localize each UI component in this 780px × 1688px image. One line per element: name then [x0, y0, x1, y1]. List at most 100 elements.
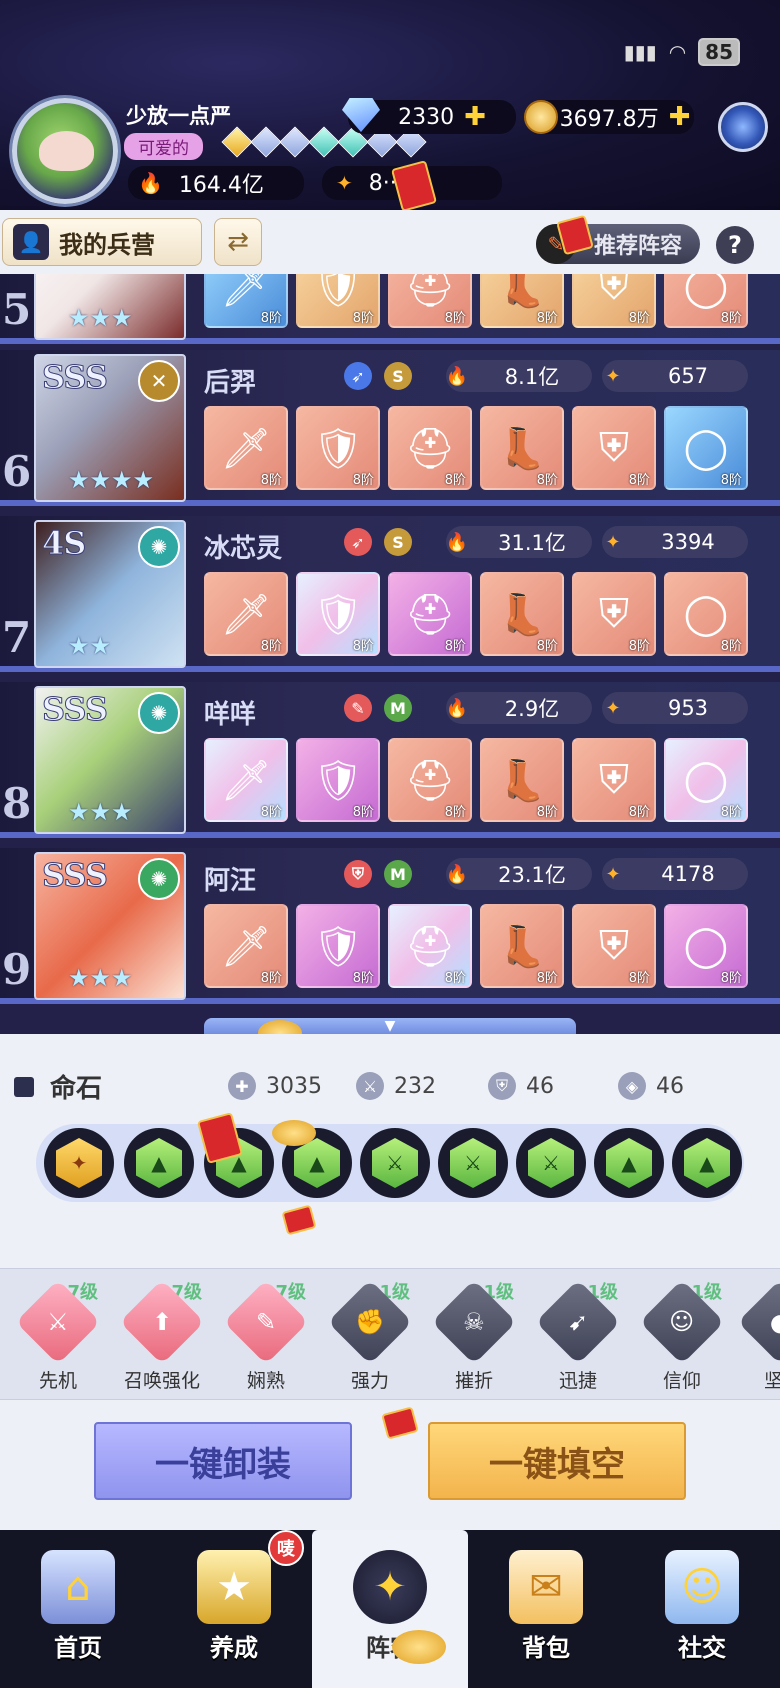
sword-stone-icon: ⚔ [528, 1138, 574, 1188]
add-gem-icon[interactable]: ✚ [464, 102, 486, 132]
gold-ingot-icon[interactable] [272, 1120, 316, 1146]
hero-list[interactable]: ★★★ 5 🗡 8阶 🛡 8阶 ⛑ 8阶 👢 8阶 ⛨ 8阶 ◯ 8阶 SSS ✕ ★★★★… [0, 274, 780, 1034]
fate-slot[interactable]: ▲ [672, 1128, 742, 1198]
skill-summon-boost[interactable]: 7级 ⬆ 召唤强化 [119, 1279, 205, 1393]
hero-row[interactable]: ★★★ 5 🗡 8阶 🛡 8阶 ⛑ 8阶 👢 8阶 ⛨ 8阶 ◯ 8阶 [0, 274, 780, 344]
add-gold-icon[interactable]: ✚ [669, 102, 691, 132]
equip-helmet[interactable]: ⛑ 8阶 [388, 274, 472, 328]
equip-boots[interactable]: 👢 8阶 [480, 274, 564, 328]
skill-xianji[interactable]: 7级 ⚔ 先机 [15, 1279, 101, 1393]
power-value: 164.4亿 [178, 173, 264, 198]
nav-formation[interactable]: ✦ 阵容 [312, 1530, 468, 1688]
auto-fill-button[interactable]: 一键填空 [428, 1422, 686, 1500]
equip-boots[interactable]: 👢 8阶 [480, 904, 564, 988]
battery-level: 85 [698, 38, 740, 66]
fate-slot[interactable]: ⚔ [516, 1128, 586, 1198]
sparkle-icon: ✦ [605, 697, 621, 719]
equip-helmet[interactable]: ⛑ 8阶 [388, 904, 472, 988]
equip-armor[interactable]: 🛡 8阶 [296, 274, 380, 328]
player-avatar[interactable] [12, 98, 118, 204]
equip-sword[interactable]: 🗡 8阶 [204, 738, 288, 822]
nav-bag[interactable]: ✉ 背包 [468, 1530, 624, 1688]
skill-faith[interactable]: 1级 ☺ 信仰 [639, 1279, 725, 1393]
equip-armor[interactable]: 🛡 8阶 [296, 738, 380, 822]
equip-ring[interactable]: ◯ 8阶 [664, 904, 748, 988]
power-counter: 🔥 164.4亿 [128, 166, 304, 200]
boot-icon: 👢 [497, 591, 547, 638]
star-icon: ★★★★ [68, 466, 155, 494]
skill-proficiency[interactable]: 7级 ✎ 娴熟 [223, 1279, 309, 1393]
equip-sword[interactable]: 🗡 8阶 [204, 406, 288, 490]
equip-shield[interactable]: ⛨ 8阶 [572, 406, 656, 490]
equip-shield[interactable]: ⛨ 8阶 [572, 738, 656, 822]
hero-portrait[interactable]: SSS ✺ ★★★ [34, 852, 186, 1000]
fate-slot[interactable]: ⚔ [360, 1128, 430, 1198]
equip-sword[interactable]: 🗡 8阶 [204, 274, 288, 328]
help-button[interactable]: ? [716, 226, 754, 264]
swap-button[interactable]: ⇄ [214, 218, 262, 266]
skill-break[interactable]: 1级 ☠ 摧折 [431, 1279, 517, 1393]
skill-solid[interactable]: ◐ 坚 [737, 1279, 780, 1393]
equip-armor[interactable]: 🛡 8阶 [296, 406, 380, 490]
fire-icon: 🔥 [138, 171, 163, 195]
equip-shield[interactable]: ⛨ 8阶 [572, 572, 656, 656]
fate-slot[interactable]: ▲ [124, 1128, 194, 1198]
hero-row[interactable]: SSS ✺ ★★★ 8 咩咩 ✎ M 🔥 2.9亿 ✦ 953 🗡 8阶 🛡 8阶 ⛑ 8… [0, 682, 780, 838]
shield-icon: ⛨ [599, 274, 629, 309]
hero-portrait[interactable]: SSS ✕ ★★★★ [34, 354, 186, 502]
gold-ingot-icon[interactable] [392, 1630, 446, 1664]
my-barracks-button[interactable]: 👤 我的兵营 [2, 218, 202, 266]
nav-social[interactable]: ☺ 社交 [624, 1530, 780, 1688]
equip-boots[interactable]: 👢 8阶 [480, 738, 564, 822]
class-icon: ➶ [344, 362, 372, 390]
ring-icon: ◯ [683, 591, 729, 637]
fate-slot[interactable]: ▲ [594, 1128, 664, 1198]
boot-icon: 👢 [497, 425, 547, 472]
settings-gear-icon[interactable] [718, 102, 768, 152]
skill-swift[interactable]: 1级 ➹ 迅捷 [535, 1279, 621, 1393]
shield-icon: ⛨ [599, 591, 629, 637]
up-arrow-stone-icon: ▲ [136, 1138, 182, 1188]
sword-icon: 🗡 [220, 274, 272, 310]
class-grade: M [384, 860, 412, 888]
equip-armor[interactable]: 🛡 8阶 [296, 904, 380, 988]
star-icon [250, 126, 282, 158]
equip-shield[interactable]: ⛨ 8阶 [572, 274, 656, 328]
chevron-down-icon: ▼ [384, 1018, 396, 1034]
equip-helmet[interactable]: ⛑ 8阶 [388, 406, 472, 490]
equip-boots[interactable]: 👢 8阶 [480, 572, 564, 656]
hero-power: 🔥 8.1亿 [446, 360, 592, 392]
fate-slot[interactable]: ✦ [44, 1128, 114, 1198]
class-icon: ➶ [344, 528, 372, 556]
equip-sword[interactable]: 🗡 8阶 [204, 572, 288, 656]
fate-slot[interactable]: ⚔ [438, 1128, 508, 1198]
cross-icon: ✚ [228, 1072, 256, 1100]
equip-armor[interactable]: 🛡 8阶 [296, 572, 380, 656]
equip-boots[interactable]: 👢 8阶 [480, 406, 564, 490]
hero-row[interactable]: 4S ✺ ★★ 7 冰芯灵 ➶ S 🔥 31.1亿 ✦ 3394 🗡 8阶 🛡 8阶 ⛑… [0, 516, 780, 672]
equip-shield[interactable]: ⛨ 8阶 [572, 904, 656, 988]
hero-portrait[interactable]: 4S ✺ ★★ [34, 520, 186, 668]
skill-power[interactable]: 1级 ✊ 强力 [327, 1279, 413, 1393]
unequip-all-button[interactable]: 一键卸装 [94, 1422, 352, 1500]
equip-ring[interactable]: ◯ 8阶 [664, 274, 748, 328]
hero-row[interactable]: SSS ✺ ★★★ 9 阿汪 ⛨ M 🔥 23.1亿 ✦ 4178 🗡 8阶 🛡 8阶 … [0, 848, 780, 1004]
rank-badge: SSS [42, 358, 109, 397]
equip-sword[interactable]: 🗡 8阶 [204, 904, 288, 988]
equip-ring[interactable]: ◯ 8阶 [664, 572, 748, 656]
equip-ring[interactable]: ◯ 8阶 [664, 406, 748, 490]
equip-helmet[interactable]: ⛑ 8阶 [388, 738, 472, 822]
swap-arrows-icon: ⇄ [227, 227, 249, 257]
shield-icon: ⛨ [599, 923, 629, 969]
up-arrow-stone-icon: ▲ [684, 1138, 730, 1188]
sword-stone-icon: ⚔ [372, 1138, 418, 1188]
sword-icon: 🗡 [220, 757, 272, 804]
hero-portrait[interactable]: SSS ✺ ★★★ [34, 686, 186, 834]
hero-row[interactable]: SSS ✕ ★★★★ 6 后羿 ➶ S 🔥 8.1亿 ✦ 657 🗡 8阶 🛡 8阶 ⛑… [0, 350, 780, 506]
gem-value: 2330 [398, 104, 455, 130]
equip-ring[interactable]: ◯ 8阶 [664, 738, 748, 822]
nav-home[interactable]: ⌂ 首页 [0, 1530, 156, 1688]
equip-helmet[interactable]: ⛑ 8阶 [388, 572, 472, 656]
hero-portrait[interactable]: ★★★ [34, 274, 186, 340]
recommend-lineup-label: 推荐阵容 [593, 234, 682, 259]
